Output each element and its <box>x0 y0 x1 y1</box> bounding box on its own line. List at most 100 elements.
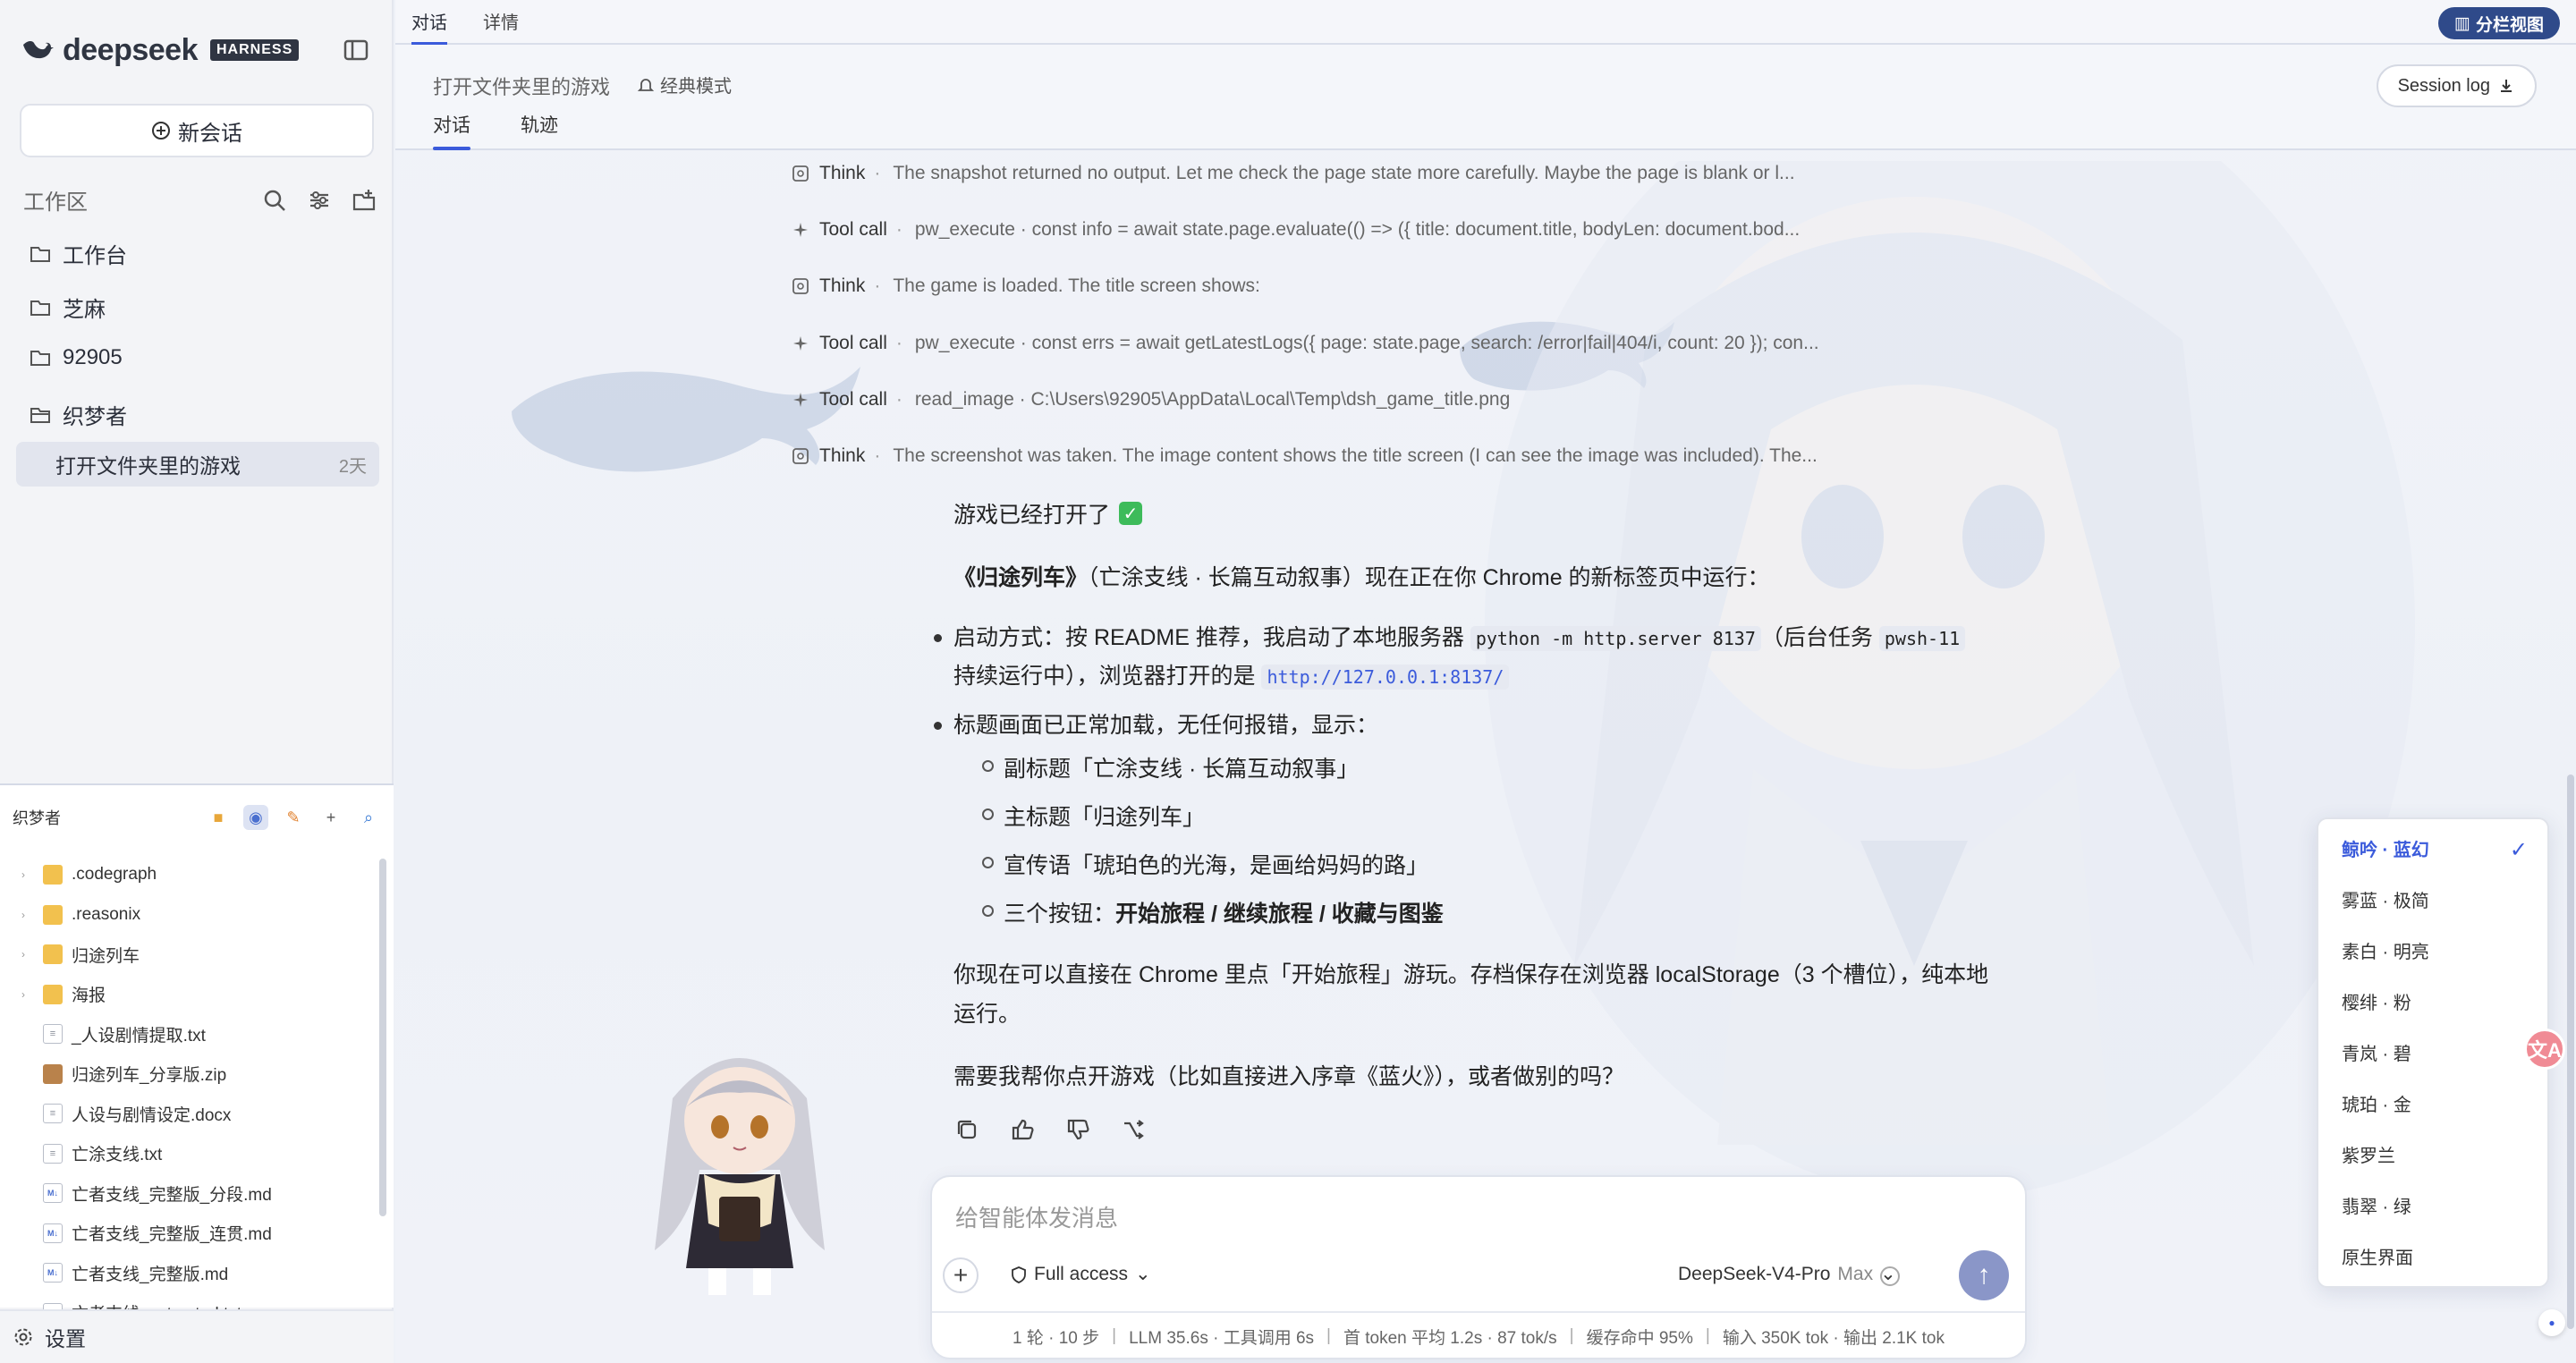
file-tree-file[interactable]: M↓ 亡者支线_完整版_连贯.md <box>0 1217 376 1249</box>
open-folder-icon[interactable]: ■ <box>206 805 231 830</box>
file-tree-folder[interactable]: › 海报 <box>0 978 376 1011</box>
top-tab-bar: 对话 详情 ▥ 分栏视图 <box>395 0 2576 45</box>
file-tree-file[interactable]: M↓ 亡者支线_完整版.md <box>0 1257 376 1289</box>
floating-dot-button[interactable]: ● <box>2538 1309 2565 1336</box>
zip-file-icon <box>43 1063 63 1084</box>
theme-option[interactable]: 樱绯 · 粉 <box>2342 988 2411 1014</box>
branch-icon[interactable] <box>1120 1116 1147 1143</box>
list-item-text: 标题画面已正常加载，无任何报错，显示： <box>953 713 1379 738</box>
file-tree-folder[interactable]: › .reasonix <box>0 899 376 931</box>
theme-option[interactable]: 鲸吟 · 蓝幻 <box>2342 835 2429 861</box>
file-tree-file[interactable]: M↓ 亡者支线_完整版_分段.md <box>0 1177 376 1209</box>
translate-icon[interactable]: 文A <box>2524 1029 2565 1070</box>
tool-call-step[interactable]: Tool call · pw_execute · const errs = awai… <box>791 326 2258 361</box>
workspace-folder-1[interactable]: 工作台 <box>29 238 127 269</box>
bell-icon <box>637 78 655 91</box>
file-tree-file[interactable]: ≡ 亡涂支线.txt <box>0 1138 376 1170</box>
classic-mode-toggle[interactable]: 经典模式 <box>637 72 732 97</box>
sub-list-item: 主标题「归途列车」 <box>981 800 1205 832</box>
workspace-folder-2[interactable]: 芝麻 <box>29 292 106 323</box>
classic-mode-label: 经典模式 <box>660 77 732 97</box>
model-selector[interactable]: DeepSeek-V4-Pro Max ⌄ <box>1678 1263 1896 1285</box>
tool-call-step[interactable]: Tool call · read_image · C:\Users\92905\Ap… <box>791 382 2258 418</box>
theme-option[interactable]: 青岚 · 碧 <box>2342 1039 2411 1065</box>
step-text: The screenshot was taken. The image cont… <box>893 445 1818 466</box>
folder-file-icon <box>43 984 63 1004</box>
theme-option[interactable]: 紫罗兰 <box>2342 1141 2395 1167</box>
think-step[interactable]: Think · The snapshot returned no output. L… <box>791 156 2258 191</box>
columns-icon: ▥ <box>2454 13 2470 33</box>
sub-list-item: 宣传语「琥珀色的光海，是画给妈妈的路」 <box>981 848 1428 880</box>
file-tree-file[interactable]: ≡ _人设剧情提取.txt <box>0 1018 376 1050</box>
tab-details[interactable]: 详情 <box>483 8 519 43</box>
file-tree-file[interactable]: ≡ 人设与剧情设定.docx <box>0 1097 376 1130</box>
workspace-folder-4[interactable]: 织梦者 <box>29 399 127 430</box>
think-step[interactable]: Think · The game is loaded. The title scre… <box>791 268 2258 304</box>
stat-tokens: 输入 350K tok · 输出 2.1K tok <box>1722 1328 1945 1348</box>
brain-icon <box>792 448 809 464</box>
tab-chat[interactable]: 对话 <box>411 8 447 45</box>
split-view-button[interactable]: ▥ 分栏视图 <box>2438 7 2560 39</box>
file-tree-folder[interactable]: › .codegraph <box>0 859 376 891</box>
step-kind: Tool call <box>819 332 887 353</box>
sparkle-icon <box>793 223 808 238</box>
theme-option[interactable]: 琥珀 · 金 <box>2342 1090 2411 1116</box>
theme-option[interactable]: 翡翠 · 绿 <box>2342 1192 2411 1218</box>
txt-file-icon: ≡ <box>43 1104 63 1123</box>
filter-sliders-icon[interactable] <box>306 187 333 214</box>
workspace-folder-3[interactable]: 92905 <box>29 345 123 370</box>
copy-icon[interactable] <box>953 1116 980 1143</box>
attach-plus-button[interactable]: + <box>943 1257 979 1293</box>
thumbs-up-icon[interactable] <box>1009 1116 1036 1143</box>
txt-file-icon: ≡ <box>43 1024 63 1044</box>
theme-option[interactable]: 原生界面 <box>2342 1243 2413 1269</box>
session-item-active[interactable]: 打开文件夹里的游戏 2天 <box>16 442 379 487</box>
list-item-text: 持续运行中），浏览器打开的是 <box>953 664 1256 689</box>
new-folder-icon[interactable] <box>351 187 377 214</box>
pencil-icon[interactable]: ✎ <box>281 805 306 830</box>
file-tree-file[interactable]: 归途列车_分享版.zip <box>0 1058 376 1090</box>
session-log-button[interactable]: Session log <box>2376 64 2537 107</box>
folder-file-icon <box>43 944 63 964</box>
thumbs-down-icon[interactable] <box>1064 1116 1091 1143</box>
message-input[interactable]: 给智能体发消息 <box>955 1200 1118 1233</box>
local-url-link[interactable]: http://127.0.0.1:8137/ <box>1261 665 1510 690</box>
file-name: 亡者支线_完整版_连贯.md <box>72 1225 272 1244</box>
think-step[interactable]: Think · The screenshot was taken. The imag… <box>791 438 2258 474</box>
sidebar-toggle-icon[interactable] <box>342 36 370 64</box>
send-button[interactable]: ↑ <box>1959 1250 2009 1300</box>
list-item-text: 启动方式：按 README 推荐，我启动了本地服务器 <box>953 625 1464 650</box>
theme-option[interactable]: 素白 · 明亮 <box>2342 937 2429 963</box>
file-tree-folder[interactable]: › 归途列车 <box>0 938 376 970</box>
new-chat-button[interactable]: 新会话 <box>20 104 374 157</box>
tab-trace[interactable]: 轨迹 <box>521 111 558 147</box>
eye-icon[interactable]: ◉ <box>243 805 268 830</box>
workspace-folder-label: 织梦者 <box>63 405 127 429</box>
stat-cache-hit: 缓存命中 95% <box>1586 1328 1693 1348</box>
step-separator: · <box>895 388 902 410</box>
tab-conversation[interactable]: 对话 <box>433 111 470 150</box>
main-scrollbar[interactable] <box>2567 775 2574 1329</box>
workspace-header: 工作区 <box>23 184 377 216</box>
plus-icon[interactable]: + <box>318 805 343 830</box>
theme-option[interactable]: 雾蓝 · 极简 <box>2342 886 2429 912</box>
step-kind: Think <box>819 445 866 466</box>
chevron-right-icon: › <box>21 987 25 1001</box>
brand[interactable]: deepseek HARNESS <box>20 32 300 68</box>
stat-llm-time: LLM 35.6s · 工具调用 6s <box>1129 1328 1315 1348</box>
file-tree-scrollbar[interactable] <box>379 859 386 1216</box>
folder-file-icon <box>43 904 63 925</box>
search-icon[interactable]: ⌕ <box>356 805 381 830</box>
settings-label: 设置 <box>45 1327 86 1350</box>
stat-separator: | <box>1705 1326 1710 1345</box>
brain-icon <box>792 278 809 295</box>
stat-separator: | <box>1112 1326 1117 1345</box>
access-level-dropdown[interactable]: Full access ⌄ <box>1011 1263 1151 1285</box>
file-name: .codegraph <box>72 865 157 884</box>
workspace-folder-label: 工作台 <box>63 244 127 268</box>
settings-button[interactable]: 设置 <box>0 1309 394 1363</box>
file-name: 人设与剧情设定.docx <box>72 1105 232 1125</box>
tool-call-step[interactable]: Tool call · pw_execute · const info = awai… <box>791 212 2258 248</box>
search-icon[interactable] <box>261 187 288 214</box>
chibi-character-avatar <box>655 1058 825 1295</box>
